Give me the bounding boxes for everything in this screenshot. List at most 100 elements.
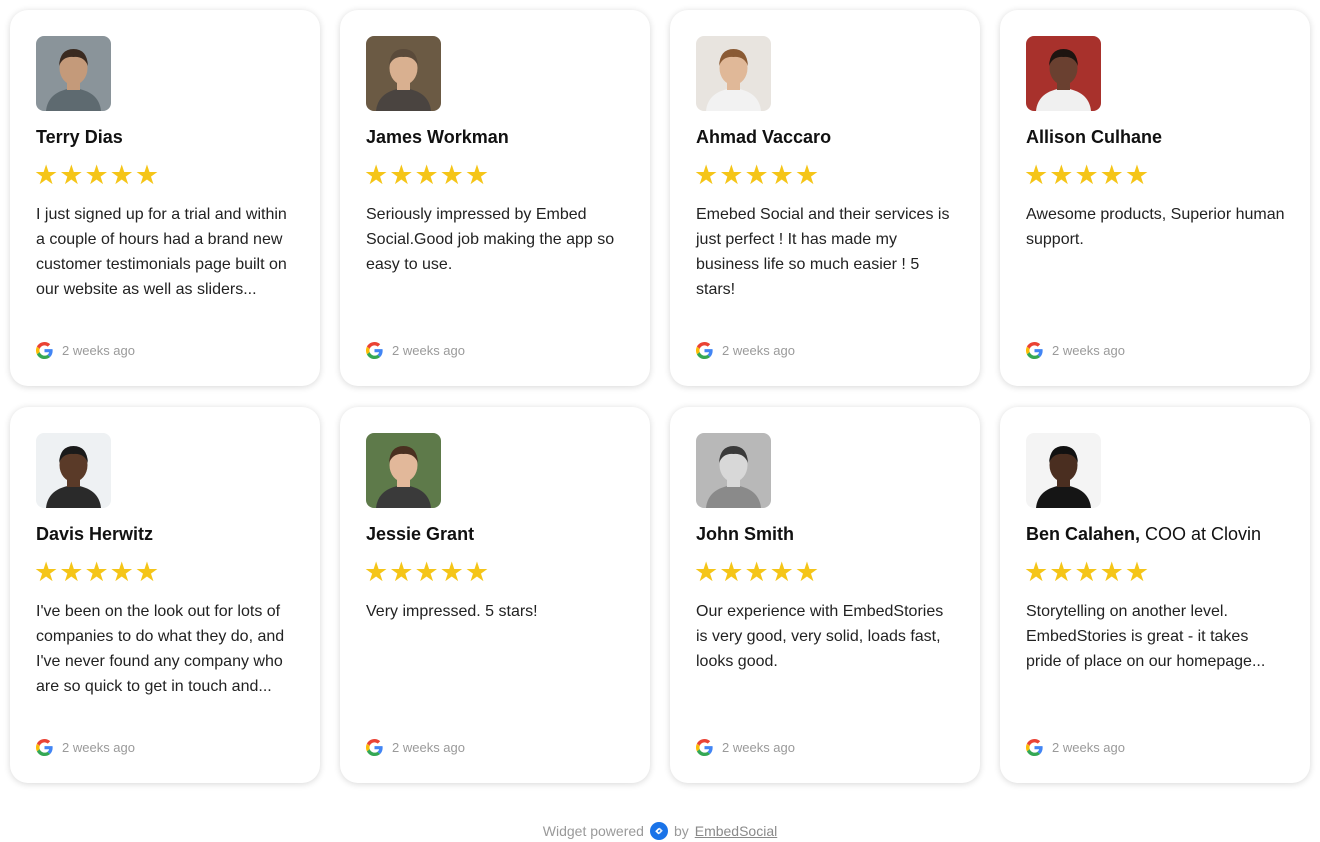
reviewer-name: Ahmad Vaccaro [696, 127, 960, 148]
embedsocial-logo-icon [649, 822, 668, 840]
star-icon: ★ [389, 160, 414, 190]
star-rating: ★ ★ ★ ★ ★ [694, 160, 819, 190]
review-card: John Smith ★ ★ ★ ★ ★ Our experience with Emb… [670, 407, 980, 783]
star-rating: ★ ★ ★ ★ ★ [694, 557, 819, 587]
star-rating: ★ ★ ★ ★ ★ [1024, 557, 1149, 587]
review-meta: 2 weeks ago [366, 342, 465, 359]
review-text: Seriously impressed by Embed Social.Good… [366, 206, 615, 273]
widget-footer: Widget powered by EmbedSocial [0, 822, 1320, 840]
review-time: 2 weeks ago [1052, 740, 1125, 755]
powered-by-label: Widget powered [542, 823, 644, 839]
google-icon [696, 342, 713, 359]
star-icon: ★ [109, 160, 134, 190]
review-text: Very impressed. 5 stars! [366, 603, 538, 620]
star-icon: ★ [59, 557, 84, 587]
star-icon: ★ [84, 160, 109, 190]
star-icon: ★ [719, 160, 744, 190]
star-icon: ★ [744, 557, 769, 587]
avatar [366, 433, 441, 508]
reviewer-name: Terry Dias [36, 127, 300, 148]
reviewer-name-text: Jessie Grant [366, 524, 475, 544]
avatar [1026, 433, 1101, 508]
star-icon: ★ [414, 557, 439, 587]
review-meta: 2 weeks ago [36, 739, 135, 756]
reviewer-name: James Workman [366, 127, 630, 148]
google-icon [366, 739, 383, 756]
star-icon: ★ [1024, 557, 1049, 587]
star-icon: ★ [59, 160, 84, 190]
google-icon [36, 342, 53, 359]
review-card: James Workman ★ ★ ★ ★ ★ Seriously impressed … [340, 10, 650, 386]
star-icon: ★ [744, 160, 769, 190]
star-icon: ★ [1099, 160, 1124, 190]
star-icon: ★ [34, 160, 59, 190]
google-icon [1026, 342, 1043, 359]
star-icon: ★ [719, 557, 744, 587]
star-icon: ★ [134, 557, 160, 587]
star-icon: ★ [1124, 160, 1150, 190]
reviewer-name: Jessie Grant [366, 524, 630, 545]
reviewer-name-text: Allison Culhane [1026, 127, 1163, 147]
reviewer-name-text: Terry Dias [36, 127, 123, 147]
embedsocial-link[interactable]: EmbedSocial [695, 823, 778, 839]
star-icon: ★ [694, 160, 719, 190]
google-icon [366, 342, 383, 359]
review-text: Our experience with EmbedStories is very… [696, 603, 944, 670]
reviewer-name-text: Ahmad Vaccaro [696, 127, 832, 147]
star-icon: ★ [1074, 160, 1099, 190]
reviewer-name-text: Ben Calahen, [1026, 524, 1141, 544]
google-icon [1026, 739, 1043, 756]
star-icon: ★ [1099, 557, 1124, 587]
star-icon: ★ [364, 557, 389, 587]
star-icon: ★ [464, 160, 490, 190]
avatar [1026, 36, 1101, 111]
review-text: Storytelling on another level. EmbedStor… [1026, 603, 1266, 670]
reviewer-name: Ben Calahen, COO at Clovin [1026, 524, 1290, 545]
review-card: Ben Calahen, COO at Clovin ★ ★ ★ ★ ★ Storyte… [1000, 407, 1310, 783]
star-icon: ★ [794, 557, 820, 587]
star-icon: ★ [389, 557, 414, 587]
review-time: 2 weeks ago [62, 343, 135, 358]
reviews-grid: Terry Dias ★ ★ ★ ★ ★ I just signed up for a … [10, 10, 1310, 786]
google-icon [696, 739, 713, 756]
avatar [696, 36, 771, 111]
reviewer-name-text: Davis Herwitz [36, 524, 154, 544]
review-meta: 2 weeks ago [696, 739, 795, 756]
star-icon: ★ [694, 557, 719, 587]
review-card: Allison Culhane ★ ★ ★ ★ ★ Awesome products, … [1000, 10, 1310, 386]
star-icon: ★ [794, 160, 820, 190]
avatar [696, 433, 771, 508]
star-rating: ★ ★ ★ ★ ★ [34, 160, 159, 190]
review-time: 2 weeks ago [392, 343, 465, 358]
star-icon: ★ [84, 557, 109, 587]
review-meta: 2 weeks ago [696, 342, 795, 359]
review-time: 2 weeks ago [1052, 343, 1125, 358]
review-meta: 2 weeks ago [36, 342, 135, 359]
review-card: Davis Herwitz ★ ★ ★ ★ ★ I've been on the loo… [10, 407, 320, 783]
review-text: I just signed up for a trial and within … [36, 206, 287, 298]
star-icon: ★ [109, 557, 134, 587]
review-time: 2 weeks ago [722, 343, 795, 358]
reviewer-name: John Smith [696, 524, 960, 545]
star-rating: ★ ★ ★ ★ ★ [34, 557, 159, 587]
star-icon: ★ [1049, 557, 1074, 587]
star-icon: ★ [1024, 160, 1049, 190]
review-time: 2 weeks ago [392, 740, 465, 755]
star-icon: ★ [464, 557, 490, 587]
star-icon: ★ [134, 160, 160, 190]
google-icon [36, 739, 53, 756]
review-card: Jessie Grant ★ ★ ★ ★ ★ Very impressed. 5 sta… [340, 407, 650, 783]
reviewer-name: Davis Herwitz [36, 524, 300, 545]
review-meta: 2 weeks ago [1026, 739, 1125, 756]
reviewer-name: Allison Culhane [1026, 127, 1290, 148]
review-card: Ahmad Vaccaro ★ ★ ★ ★ ★ Emebed Social and th… [670, 10, 980, 386]
star-rating: ★ ★ ★ ★ ★ [364, 557, 489, 587]
star-icon: ★ [769, 557, 794, 587]
review-time: 2 weeks ago [722, 740, 795, 755]
avatar [36, 433, 111, 508]
star-icon: ★ [1074, 557, 1099, 587]
star-icon: ★ [769, 160, 794, 190]
star-rating: ★ ★ ★ ★ ★ [364, 160, 489, 190]
reviewer-name-text: James Workman [366, 127, 509, 147]
review-text: I've been on the look out for lots of co… [36, 603, 285, 695]
